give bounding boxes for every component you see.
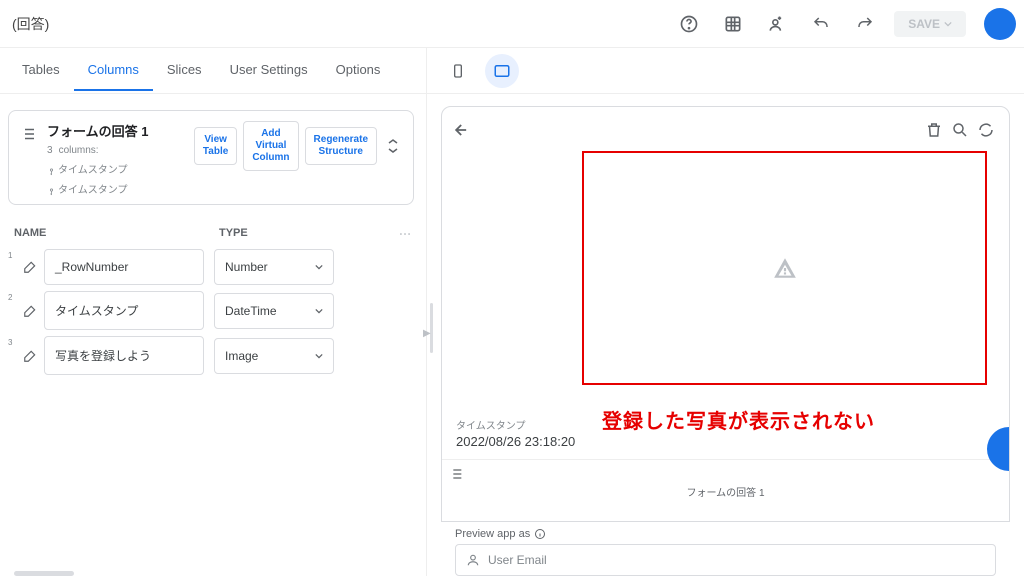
type-select[interactable]: Number bbox=[214, 249, 334, 285]
regenerate-structure-button[interactable]: Regenerate Structure bbox=[305, 127, 377, 165]
tabs: Tables Columns Slices User Settings Opti… bbox=[0, 48, 426, 94]
name-field[interactable]: 写真を登録しよう bbox=[44, 336, 204, 375]
table-row: 3 写真を登録しよう Image bbox=[8, 336, 418, 375]
edit-icon[interactable] bbox=[20, 349, 40, 363]
timestamp-value: 2022/08/26 23:18:20 bbox=[456, 434, 995, 449]
card-subtitle: 3 columns: タイムスタンプ タイムスタンプ bbox=[47, 144, 157, 198]
avatar[interactable] bbox=[984, 8, 1016, 40]
card-title: フォームの回答 1 bbox=[47, 121, 157, 140]
name-field[interactable]: タイムスタンプ bbox=[44, 291, 204, 330]
annotation-text: 登録した写真が表示されない bbox=[602, 405, 875, 434]
trash-icon[interactable] bbox=[921, 117, 947, 143]
type-select[interactable]: Image bbox=[214, 338, 334, 374]
edit-icon[interactable] bbox=[20, 260, 40, 274]
redo-icon[interactable] bbox=[850, 9, 880, 39]
list-icon bbox=[448, 466, 1003, 482]
page-title: (回答) bbox=[8, 14, 674, 34]
back-arrow-icon[interactable] bbox=[452, 120, 472, 140]
user-icon bbox=[466, 553, 480, 567]
tablet-icon[interactable] bbox=[485, 54, 519, 88]
phone-portrait-icon[interactable] bbox=[441, 54, 475, 88]
add-user-icon[interactable] bbox=[762, 9, 792, 39]
table-card: フォームの回答 1 3 columns: タイムスタンプ タイムスタンプ Vie… bbox=[8, 110, 414, 205]
help-icon[interactable] bbox=[674, 9, 704, 39]
list-icon bbox=[19, 121, 37, 143]
pane-divider[interactable]: ▶ bbox=[427, 120, 435, 536]
collapse-icon[interactable] bbox=[383, 134, 403, 158]
add-virtual-column-button[interactable]: Add Virtual Column bbox=[243, 121, 298, 171]
preview-as-label: Preview app as bbox=[441, 522, 1010, 540]
info-icon[interactable] bbox=[534, 528, 546, 540]
undo-icon[interactable] bbox=[806, 9, 836, 39]
type-select[interactable]: DateTime bbox=[214, 293, 334, 329]
save-button: SAVE bbox=[894, 11, 966, 37]
tab-columns[interactable]: Columns bbox=[74, 50, 153, 91]
email-field[interactable]: User Email bbox=[455, 544, 996, 576]
name-field[interactable]: _RowNumber bbox=[44, 249, 204, 285]
grid-icon[interactable] bbox=[718, 9, 748, 39]
column-header: NAME TYPE bbox=[0, 213, 426, 249]
view-table-button[interactable]: View Table bbox=[194, 127, 237, 165]
tab-slices[interactable]: Slices bbox=[153, 50, 216, 91]
tab-options[interactable]: Options bbox=[322, 50, 395, 91]
table-row: 2 タイムスタンプ DateTime bbox=[8, 291, 418, 330]
bottom-nav[interactable]: フォームの回答 1 bbox=[442, 459, 1009, 505]
tab-tables[interactable]: Tables bbox=[8, 50, 74, 91]
search-icon[interactable] bbox=[947, 117, 973, 143]
edit-icon[interactable] bbox=[20, 304, 40, 318]
warning-icon bbox=[772, 255, 798, 281]
image-placeholder bbox=[582, 151, 987, 385]
refresh-icon[interactable] bbox=[973, 117, 999, 143]
chevron-right-icon: ▶ bbox=[423, 328, 431, 339]
table-row: 1 _RowNumber Number bbox=[8, 249, 418, 285]
more-icon[interactable] bbox=[398, 227, 412, 241]
preview-card: 登録した写真が表示されない タイムスタンプ 2022/08/26 23:18:2… bbox=[441, 106, 1010, 522]
scrollbar[interactable] bbox=[14, 571, 74, 576]
tab-user-settings[interactable]: User Settings bbox=[216, 50, 322, 91]
